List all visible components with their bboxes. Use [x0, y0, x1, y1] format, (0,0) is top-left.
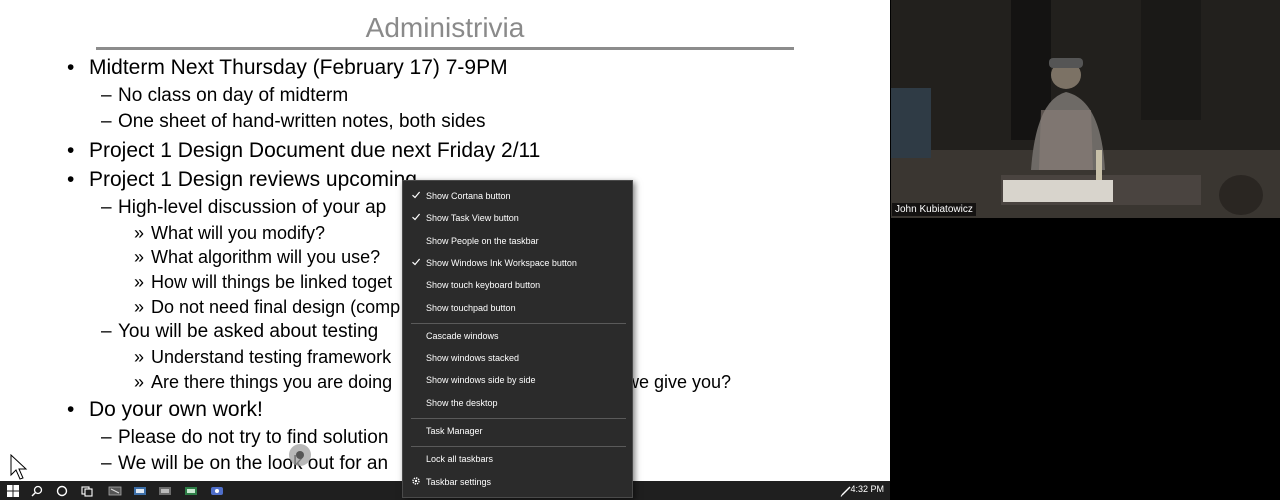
checkmark-icon [412, 191, 421, 199]
menu-item-label: Show Cortana button [426, 191, 511, 201]
slide-line-level2: You will be asked about testing [118, 321, 379, 342]
taskbar-clock[interactable]: 4:32 PM [850, 484, 884, 494]
app-icon-5[interactable] [206, 481, 228, 500]
slide-line-level3: How will things be linked toget [151, 272, 393, 292]
menu-item-label: Show touch keyboard button [426, 280, 541, 291]
menu-item-lock-all-taskbars[interactable]: Lock all taskbars [403, 449, 632, 469]
bullet-marker: – [101, 321, 112, 342]
slide-line-level2: We will be on the look out for an [118, 453, 389, 474]
menu-item-label: Lock all taskbars [426, 454, 494, 465]
bullet-marker: » [134, 297, 145, 317]
video-frame [891, 0, 1280, 218]
click-indicator [289, 444, 311, 466]
app-icon-1[interactable] [104, 481, 126, 500]
bullet-marker: » [134, 372, 145, 392]
taskbar-context-menu: Show Cortana button Show Task View button… [402, 180, 633, 498]
slide-line-level1: Midterm Next Thursday (February 17) 7-9P… [89, 56, 508, 79]
app-icon-4[interactable] [180, 481, 202, 500]
menu-item-show-cortana-button[interactable]: Show Cortana button [403, 186, 632, 206]
slide-line-level1: Project 1 Design Document due next Frida… [89, 139, 541, 162]
app-icon-3[interactable] [154, 481, 176, 500]
speaker-name-label: John Kubiatowicz [892, 203, 976, 216]
checkmark-icon [412, 213, 421, 221]
menu-item-show-windows-side-by-side[interactable]: Show windows side by side [403, 370, 632, 390]
slide-title: Administrivia [365, 12, 525, 43]
menu-item-show-touch-keyboard-button[interactable]: Show touch keyboard button [403, 275, 632, 295]
slide-line-level2: High-level discussion of your ap [118, 197, 387, 218]
slide-line-level1: Project 1 Design reviews upcoming [89, 168, 417, 191]
menu-item-show-the-desktop[interactable]: Show the desktop [403, 393, 632, 413]
slide-line-level3: What will you modify? [151, 223, 326, 243]
bullet-marker: – [101, 85, 112, 106]
bullet-marker: – [101, 111, 112, 132]
menu-item-label: Show Windows Ink Workspace button [426, 257, 577, 268]
app-icon-2[interactable] [129, 481, 151, 500]
bullet-marker: • [67, 56, 75, 79]
menu-item-show-people-on-the-taskbar[interactable]: Show People on the taskbar [403, 231, 632, 251]
menu-item-label: Task Manager [426, 426, 483, 436]
speaker-video-feed[interactable]: John Kubiatowicz [891, 0, 1280, 218]
slide-line-level3: Are there things you are doing [151, 372, 393, 392]
slide-line-level2: Please do not try to find solution [118, 427, 389, 448]
slide-line-level1: Do your own work! [89, 398, 263, 421]
slide-line-level2: No class on day of midterm [118, 85, 349, 106]
bullet-marker: – [101, 453, 112, 474]
menu-item-show-windows-ink-workspace-button[interactable]: Show Windows Ink Workspace button [403, 253, 632, 273]
menu-item-label: Taskbar settings [426, 476, 492, 487]
menu-item-label: Show windows side by side [426, 375, 536, 386]
bullet-marker: – [101, 427, 112, 448]
slide-line-level3: What algorithm will you use? [151, 247, 381, 267]
bullet-marker: » [134, 247, 145, 267]
bullet-marker: » [134, 223, 145, 243]
menu-separator [411, 322, 626, 324]
menu-item-label: Show touchpad button [426, 302, 516, 313]
bullet-marker: – [101, 197, 112, 218]
slide-line-level3: Understand testing framework [151, 347, 392, 367]
checkmark-icon [412, 258, 421, 266]
menu-separator [411, 418, 626, 419]
task-view-icon[interactable] [76, 481, 98, 500]
cortana-icon[interactable] [51, 481, 73, 500]
menu-item-label: Show People on the taskbar [426, 235, 539, 246]
menu-item-task-manager[interactable]: Task Manager [403, 421, 632, 441]
slide-text-fragment: we give you? [626, 372, 732, 392]
menu-item-cascade-windows[interactable]: Cascade windows [403, 326, 632, 346]
bullet-marker: • [67, 139, 75, 162]
menu-item-label: Show the desktop [426, 397, 498, 408]
menu-item-show-windows-stacked[interactable]: Show windows stacked [403, 348, 632, 368]
search-icon[interactable] [26, 481, 48, 500]
windows-start-icon[interactable] [2, 481, 24, 500]
mouse-cursor-icon [10, 454, 28, 480]
menu-item-label: Show windows stacked [426, 353, 520, 364]
menu-item-label: Cascade windows [426, 330, 499, 341]
bullet-marker: » [134, 347, 145, 367]
gear-icon [412, 476, 420, 485]
bullet-marker: » [134, 272, 145, 292]
menu-item-show-touchpad-button[interactable]: Show touchpad button [403, 298, 632, 318]
bullet-marker: • [67, 168, 75, 191]
slide-line-level2: One sheet of hand-written notes, both si… [118, 111, 486, 132]
menu-separator [411, 446, 626, 448]
title-underline [96, 47, 794, 50]
bullet-marker: • [67, 398, 75, 421]
menu-item-label: Show Task View button [426, 213, 519, 224]
slide-line-level3: Do not need final design (comp [151, 297, 401, 317]
menu-item-show-task-view-button[interactable]: Show Task View button [403, 208, 632, 228]
menu-item-taskbar-settings[interactable]: Taskbar settings [403, 472, 632, 492]
